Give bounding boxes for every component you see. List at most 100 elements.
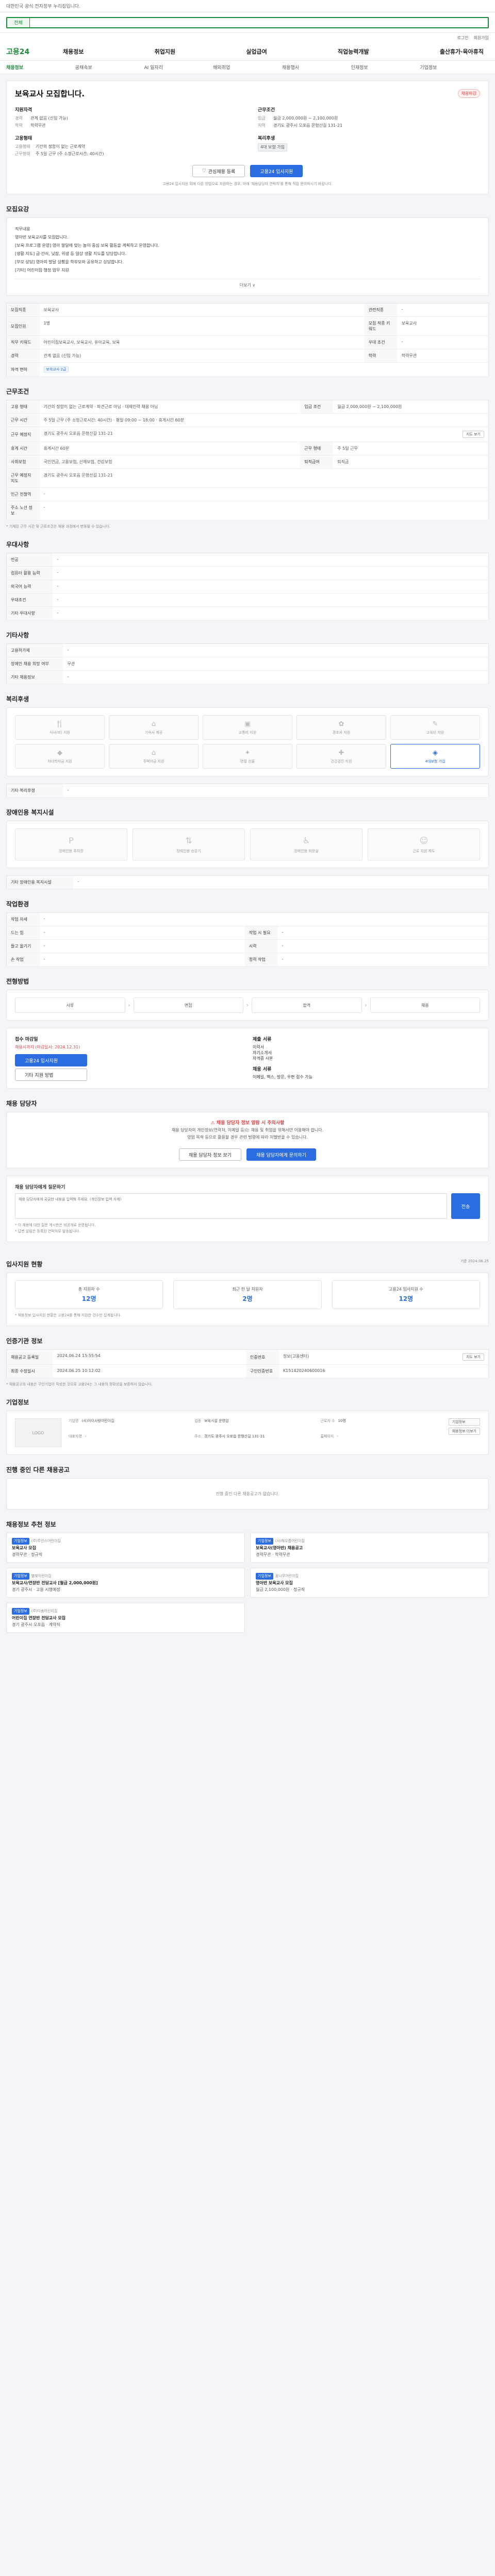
bed-icon: ⌂ xyxy=(151,720,156,728)
search-input[interactable] xyxy=(30,18,488,27)
table-header-cell: 기타 복리후생 xyxy=(6,784,63,798)
table-header-cell: 사회보험 xyxy=(6,455,40,469)
subnav-item-talent[interactable]: 인재정보 xyxy=(351,64,420,71)
table-row: 주소 노선 정보 - xyxy=(6,501,489,520)
table-row: 드는 힘 - 작업 시 필요 - xyxy=(6,926,489,940)
table-row: 근무 예정지 경기도 광주시 오포읍 문형산길 131-21 지도 보기 xyxy=(6,427,489,442)
table-cell: 국민연금, 고용보험, 산재보험, 건강보험 xyxy=(39,455,301,469)
subnav-item-company[interactable]: 기업정보 xyxy=(420,64,489,71)
gnb-item-training[interactable]: 직업능력개발 xyxy=(338,47,369,56)
table-row: 전공 - xyxy=(6,553,489,567)
table-cell: 기간의 정함이 없는 근로계약 · 파견근로 아님 · 대체인력 채용 아님 xyxy=(39,400,301,414)
apply-button-2[interactable]: 고용24 입사지원 xyxy=(15,1054,87,1066)
table-row: 경력 관계 없음 (신입 가능) 학력 학력무관 xyxy=(6,349,489,363)
map-button[interactable]: 지도 보기 xyxy=(463,431,484,438)
subnav-item-events[interactable]: 채용행사 xyxy=(282,64,351,71)
table-row: 채용공고 등록일 2024.06.24 15:55:54 인증번호 정보(고용센터) 지… xyxy=(6,1349,489,1365)
disability-item: P 장애인용 주차장 xyxy=(15,828,127,860)
welfare-item: ▣ 교통비 지원 xyxy=(203,715,292,740)
table-header-cell: 드는 힘 xyxy=(6,926,40,940)
status-badge: 채용마감 xyxy=(457,89,480,98)
table-header-cell: 기타 장애인용 복지시설 xyxy=(6,875,74,889)
company-info-button[interactable]: 기업정보 xyxy=(448,1418,480,1426)
company-jobs-button[interactable]: 채용정보 더보기 xyxy=(448,1428,480,1435)
table-cell: - xyxy=(397,303,489,317)
save-job-button[interactable]: ♡ 관심채용 등록 xyxy=(192,165,245,177)
subnav-item-ai[interactable]: AI 일자리 xyxy=(144,64,213,71)
join-link[interactable]: 회원가입 xyxy=(474,35,489,41)
recommend-card[interactable]: 기업정보 별빛어린이집 보육교사/연장반 전담교사 [월급 2,000,000원]… xyxy=(6,1568,245,1598)
workenv-title: 작업환경 xyxy=(6,901,29,908)
job-summary-card: 보육교사 모집합니다. 채용마감 지원자격 경력 관계 없음 (신입 가능) 학력… xyxy=(6,80,489,194)
recommend-card[interactable]: 기업정보 (주)루인스어린이집 보육교사 모집 경력무관 · 정규직 xyxy=(6,1533,245,1563)
search-box[interactable]: 전체 xyxy=(6,16,489,28)
recommend-card[interactable]: 기업정보 (주)다솜어린이집 어린이집 연장반 전담교사 모집 경기 광주시 오포… xyxy=(6,1603,245,1633)
table-row: 인근 전철역 - xyxy=(6,487,489,501)
table-header-cell: 휴게 시간 xyxy=(6,442,40,455)
table-header-cell: 외국어 능력 xyxy=(6,580,53,594)
table-cell: - xyxy=(63,670,489,684)
recommend-card[interactable]: 기업정보 꿈나무어린이집 영아반 보육교사 모집 월급 2,100,000원 · … xyxy=(250,1568,489,1598)
welfare-item: ⌂ 기숙사 제공 xyxy=(109,715,199,740)
gnb-item-jobs[interactable]: 채용정보 xyxy=(63,47,84,56)
ask-contact-button[interactable]: 채용 담당자에게 문의하기 xyxy=(246,1148,316,1161)
recommend-card[interactable]: 기업정보 (사)해오름어린이집 보육교사(영아반) 채용공고 경력무관 · 학력무… xyxy=(250,1533,489,1563)
table-row: 외국어 능력 - xyxy=(6,580,489,594)
stat-item: 고용24 입사지원 수 12명 xyxy=(332,1280,480,1309)
duties-more-button[interactable]: 더보기 ∨ xyxy=(15,279,480,288)
table-cell: - xyxy=(53,566,489,580)
subnav-item-jobs[interactable]: 채용정보 xyxy=(6,64,75,71)
arrow-right-icon: › xyxy=(365,1002,367,1008)
table-header-cell: 주소 노선 정보 xyxy=(6,501,40,520)
subnav-item-overseas[interactable]: 해외취업 xyxy=(213,64,282,71)
apply-button[interactable]: 고용24 입사지원 xyxy=(250,165,303,177)
table-row: 근무 예정지 지도 경기도 광주시 오포읍 문형산길 131-21 xyxy=(6,468,489,488)
table-header-cell: 우대조건 xyxy=(6,593,53,607)
table-header-cell: 고용 형태 xyxy=(6,400,40,414)
welfare-item: 🍴 식사(비) 지원 xyxy=(15,715,105,740)
table-header-cell: 임금 조건 xyxy=(300,400,334,414)
table-row: 사회보험 국민연금, 고용보험, 산재보험, 건강보험 퇴직급여 퇴직금 xyxy=(6,455,489,469)
gnb-item-unemployment[interactable]: 실업급여 xyxy=(246,47,267,56)
process-step: 서류 xyxy=(15,997,125,1013)
others-card: 진행 중인 다른 채용공고가 없습니다. xyxy=(6,1478,489,1510)
table-header-cell: 자격 면허 xyxy=(6,362,40,377)
stats-title: 입사지원 현황 xyxy=(6,1261,43,1268)
login-link[interactable]: 로그인 xyxy=(457,35,468,41)
global-nav: 고용24 채용정보 취업지원 실업급여 직업능력개발 출산휴가·육아휴직 xyxy=(0,42,495,61)
gov-notice-text: 대한민국 공식 전자정부 누리집입니다. xyxy=(6,4,80,9)
apply-card: 접수 마감일 채용시까지 (마감일시: 2024.12.31) 고용24 입사지… xyxy=(6,1028,489,1089)
send-button[interactable]: 전송 xyxy=(451,1193,480,1219)
contact-title: 채용 담당자 xyxy=(6,1100,37,1107)
table-cell: - xyxy=(53,580,489,594)
table-cell: - xyxy=(39,912,489,926)
table-header-cell: 모집직종 xyxy=(6,303,40,317)
workcond-table: 고용 형태 기간의 정함이 없는 근로계약 · 파견근로 아님 · 대체인력 채용… xyxy=(6,400,489,520)
table-cell: - xyxy=(397,335,489,349)
question-textarea[interactable] xyxy=(15,1193,448,1219)
gnb-item-support[interactable]: 취업지원 xyxy=(155,47,175,56)
search-scope-select[interactable]: 전체 xyxy=(7,18,30,27)
search-bar: 전체 xyxy=(0,12,495,33)
table-header-cell: 관련직종 xyxy=(364,303,398,317)
house-icon: ⌂ xyxy=(151,749,156,757)
site-logo[interactable]: 고용24 xyxy=(6,46,63,57)
table-header-cell: 작업 자세 xyxy=(6,912,40,926)
arrow-right-icon: › xyxy=(128,1002,130,1008)
table-cell: - xyxy=(39,487,489,501)
subnav-item-public[interactable]: 공채속보 xyxy=(75,64,144,71)
table-row: 모집직종 보육교사 관련직종 - xyxy=(6,303,489,317)
welfare-item: ✚ 건강검진 지원 xyxy=(296,744,386,769)
reginfo-button[interactable]: 지도 보기 xyxy=(463,1353,484,1361)
etc-table: 고용허가제 - 장애인 채용 희망 여부 무관 기타 채용정보 - xyxy=(6,643,489,684)
warning-icon: ⚠ xyxy=(210,1121,217,1126)
table-cell: - xyxy=(39,939,245,953)
table-row: 기타 우대사항 - xyxy=(6,606,489,620)
view-contact-button[interactable]: 채용 담당자 정보 보기 xyxy=(179,1148,242,1161)
gnb-item-leave[interactable]: 출산휴가·육아휴직 xyxy=(440,47,484,56)
table-cell: 퇴직금 xyxy=(333,455,489,469)
disability-item: ♿ 장애인용 화장실 xyxy=(250,828,362,860)
arrow-right-icon: › xyxy=(246,1002,249,1008)
other-apply-button[interactable]: 기타 지원 방법 xyxy=(15,1069,87,1081)
summary-benefit: 복리후생 4대 보험 가입 xyxy=(258,134,480,158)
